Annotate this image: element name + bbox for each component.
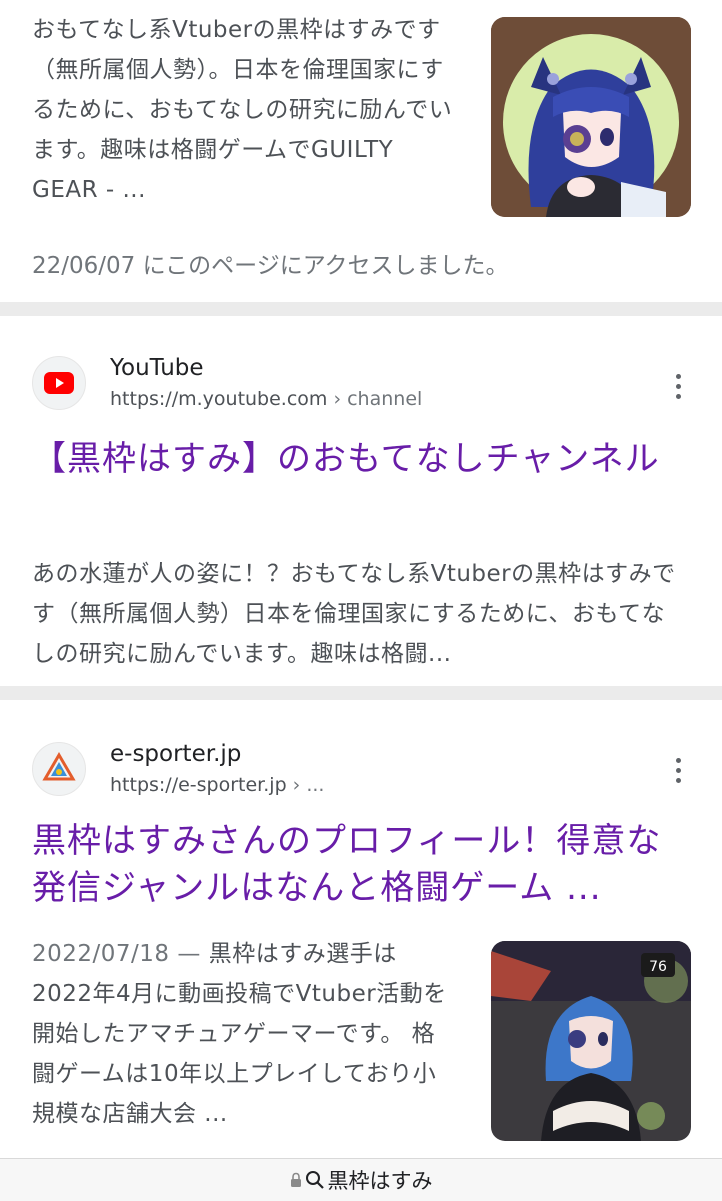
- esporter-favicon-icon: [32, 742, 86, 796]
- site-url: https://m.youtube.com › channel: [110, 384, 422, 414]
- url-base: https://e-sporter.jp: [110, 774, 287, 796]
- result-snippet: あの水蓮が人の姿に！？おもてなし系Vtuberの黒枠はすみです（無所属個人勢）日…: [32, 561, 676, 667]
- result-snippet-block: 2022/07/18 — 黒枠はすみ選手は2022年4月に動画投稿でVtuber…: [32, 934, 452, 1134]
- date-separator: —: [169, 941, 209, 967]
- address-bar[interactable]: 黒枠はすみ: [0, 1158, 722, 1201]
- publish-date: 2022/07/18: [32, 941, 170, 967]
- more-options-icon[interactable]: [676, 758, 684, 783]
- site-name: e-sporter.jp: [110, 741, 242, 767]
- result-separator: [0, 686, 722, 700]
- thumb-badge: 76: [649, 959, 667, 975]
- result-snippet: 黒枠はすみ選手は2022年4月に動画投稿でVtuber活動を開始したアマチュアゲ…: [32, 941, 447, 1127]
- result-source[interactable]: YouTube https://m.youtube.com › channel: [32, 352, 422, 414]
- result-card-2: YouTube https://m.youtube.com › channel …: [0, 316, 722, 686]
- result-snippet: おもてなし系Vtuberの黒枠はすみです（無所属個人勢）。日本を倫理国家にするた…: [32, 17, 453, 203]
- game-screenshot-image: 76: [491, 941, 691, 1141]
- url-base: https://m.youtube.com: [110, 388, 328, 410]
- search-query: 黒枠はすみ: [327, 1169, 433, 1193]
- site-name: YouTube: [110, 355, 204, 381]
- site-url: https://e-sporter.jp › ...: [110, 770, 324, 800]
- vtuber-avatar-image: [491, 17, 691, 217]
- lock-icon: [290, 1172, 301, 1187]
- result-card-3: e-sporter.jp https://e-sporter.jp › ... …: [0, 700, 722, 1158]
- result-title-link[interactable]: 【黒枠はすみ】のおもてなしチャンネル: [32, 436, 690, 483]
- youtube-favicon-icon: [32, 356, 86, 410]
- visited-date-note: 22/06/07 にこのページにアクセスしました。: [32, 253, 509, 279]
- result-thumbnail[interactable]: 76: [491, 941, 691, 1141]
- result-separator: [0, 302, 722, 316]
- result-card-1: おもてなし系Vtuberの黒枠はすみです（無所属個人勢）。日本を倫理国家にするた…: [0, 0, 722, 302]
- url-breadcrumb: › ...: [286, 774, 325, 796]
- more-options-icon[interactable]: [676, 374, 684, 399]
- result-source[interactable]: e-sporter.jp https://e-sporter.jp › ...: [32, 738, 324, 800]
- url-breadcrumb: › channel: [327, 388, 423, 410]
- result-title-link[interactable]: 黒枠はすみさんのプロフィール！得意な発信ジャンルはなんと格闘ゲーム ...: [32, 818, 690, 912]
- result-thumbnail[interactable]: [491, 17, 691, 217]
- search-icon: [305, 1171, 324, 1189]
